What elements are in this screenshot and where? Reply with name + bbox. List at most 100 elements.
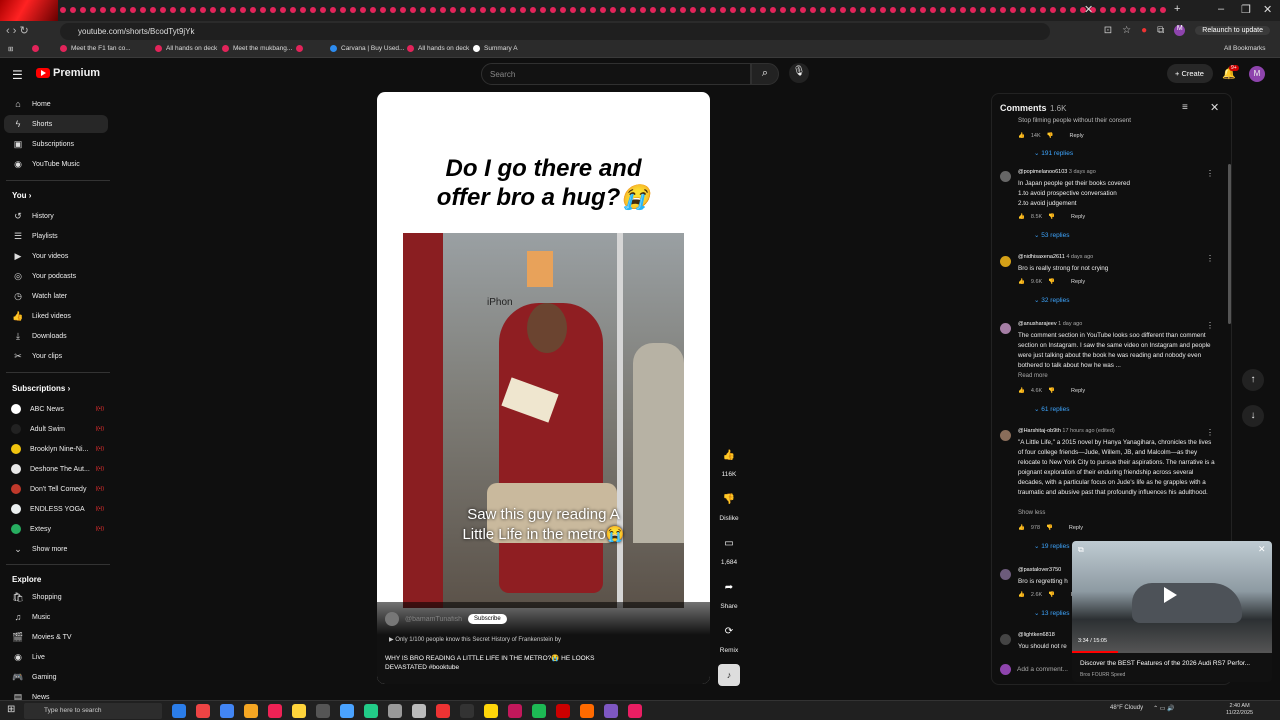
sound-thumbnail[interactable]: ♪ xyxy=(718,664,740,686)
taskbar-app-icon[interactable] xyxy=(508,704,522,718)
bookmark-item[interactable]: Summary A xyxy=(473,45,518,52)
next-short-button[interactable]: ↓ xyxy=(1242,405,1264,427)
bookmark-item[interactable]: Meet the F1 fan co... xyxy=(60,45,131,52)
tab-favicon[interactable] xyxy=(720,7,726,13)
commenter-avatar[interactable] xyxy=(1000,634,1011,645)
tab-favicon[interactable] xyxy=(590,7,596,13)
comments-button[interactable]: ▭ 1,684 xyxy=(714,533,744,566)
sidebar-item[interactable]: 👍 Liked videos xyxy=(4,307,108,325)
tab-favicon[interactable] xyxy=(290,7,296,13)
thumbs-up-icon[interactable]: 👍 xyxy=(1018,525,1025,531)
tab-favicon[interactable] xyxy=(740,7,746,13)
taskbar-app-icon[interactable] xyxy=(340,704,354,718)
comment-author[interactable]: @pastalover3750 xyxy=(1018,567,1061,573)
bookmark-item[interactable] xyxy=(32,45,39,52)
bookmark-item[interactable]: All hands on deck xyxy=(407,45,469,52)
tab-favicon[interactable] xyxy=(140,7,146,13)
tab-favicon[interactable] xyxy=(180,7,186,13)
view-replies-button[interactable]: ⌄ 53 replies xyxy=(1034,231,1069,239)
tab-favicon[interactable] xyxy=(920,7,926,13)
close-mini-player-icon[interactable]: ✕ xyxy=(1258,544,1266,555)
puzzle-icon[interactable]: ⧉ xyxy=(1157,25,1164,36)
tab-favicon[interactable] xyxy=(990,7,996,13)
tab-favicon[interactable] xyxy=(980,7,986,13)
close-icon[interactable]: ✕ xyxy=(1210,101,1219,114)
tab-favicon[interactable] xyxy=(1050,7,1056,13)
tab-favicon[interactable] xyxy=(80,7,86,13)
all-bookmarks[interactable]: All Bookmarks xyxy=(1224,45,1266,52)
tab-favicon[interactable] xyxy=(870,7,876,13)
back-forward-icon[interactable]: ‹ › ↻ xyxy=(6,24,29,37)
sidebar-item[interactable]: Brooklyn Nine-Ni... ((•)) xyxy=(4,440,108,458)
thumbs-down-icon[interactable]: 👎 xyxy=(1046,525,1053,531)
url-field[interactable]: youtube.com/shorts/BcodTyt9jYk xyxy=(60,23,1050,40)
tab-favicon[interactable] xyxy=(570,7,576,13)
thumbs-down-icon[interactable]: 👎 xyxy=(1048,214,1055,220)
tab-favicon[interactable] xyxy=(200,7,206,13)
sidebar-item[interactable]: 🎮 Gaming xyxy=(4,668,108,686)
tab-favicon[interactable] xyxy=(1030,7,1036,13)
bookmark-item[interactable]: Meet the mukbang... xyxy=(222,45,292,52)
share-button[interactable]: ➦ Share xyxy=(714,577,744,610)
account-avatar[interactable]: M xyxy=(1249,66,1265,82)
taskbar-app-icon[interactable] xyxy=(364,704,378,718)
taskbar-search[interactable]: Type here to search xyxy=(24,703,162,719)
apps-icon[interactable]: ⊞ xyxy=(8,45,13,53)
tab-favicon[interactable] xyxy=(630,7,636,13)
tab-favicon[interactable] xyxy=(380,7,386,13)
tab-favicon[interactable] xyxy=(680,7,686,13)
tab-favicon[interactable] xyxy=(690,7,696,13)
taskbar-app-icon[interactable] xyxy=(556,704,570,718)
comments-scrollbar[interactable] xyxy=(1228,164,1231,324)
active-tab-favicon[interactable] xyxy=(0,0,58,21)
tab-favicon[interactable] xyxy=(730,7,736,13)
sidebar-item[interactable]: ϟ Shorts xyxy=(4,115,108,133)
search-input[interactable]: Search xyxy=(481,63,751,85)
subscribe-button[interactable]: Subscribe xyxy=(468,614,507,624)
sidebar-item[interactable]: ◉ YouTube Music xyxy=(4,155,108,173)
sidebar-item[interactable]: Deshone The Aut... ((•)) xyxy=(4,460,108,478)
taskbar-app-icon[interactable] xyxy=(412,704,426,718)
tab-favicon[interactable] xyxy=(110,7,116,13)
tab-favicon[interactable] xyxy=(420,7,426,13)
play-icon[interactable] xyxy=(1164,587,1177,603)
tab-favicon[interactable] xyxy=(540,7,546,13)
tab-favicon[interactable] xyxy=(400,7,406,13)
bookmark-star-icon[interactable]: ☆ xyxy=(1122,25,1131,36)
relaunch-button[interactable]: Relaunch to update xyxy=(1195,26,1270,35)
new-tab-icon[interactable]: + xyxy=(1174,3,1180,15)
tab-favicon[interactable] xyxy=(900,7,906,13)
sidebar-section-heading[interactable]: Subscriptions › xyxy=(12,384,70,393)
commenter-avatar[interactable] xyxy=(1000,323,1011,334)
sidebar-item[interactable]: ⌄ Show more xyxy=(4,540,108,558)
tab-favicon[interactable] xyxy=(270,7,276,13)
tab-favicon[interactable] xyxy=(940,7,946,13)
sidebar-item[interactable]: 🎬 Movies & TV xyxy=(4,628,108,646)
sidebar-item[interactable]: ENDLESS YOGA ((•)) xyxy=(4,500,108,518)
tab-favicon[interactable] xyxy=(770,7,776,13)
tab-favicon[interactable] xyxy=(230,7,236,13)
tab-favicon[interactable] xyxy=(800,7,806,13)
sidebar-item[interactable]: ⤓ Downloads xyxy=(4,327,108,345)
tab-favicon[interactable] xyxy=(490,7,496,13)
windows-start-icon[interactable]: ⊞ xyxy=(7,704,15,715)
create-button[interactable]: + Create xyxy=(1167,64,1213,83)
tab-favicon[interactable] xyxy=(850,7,856,13)
tab-favicon[interactable] xyxy=(340,7,346,13)
bookmark-item[interactable]: Carvana | Buy Used... xyxy=(330,45,404,52)
tab-favicon[interactable] xyxy=(1120,7,1126,13)
tab-favicon[interactable] xyxy=(250,7,256,13)
sidebar-item[interactable]: Adult Swim ((•)) xyxy=(4,420,108,438)
tab-favicon[interactable] xyxy=(880,7,886,13)
tab-favicon[interactable] xyxy=(330,7,336,13)
comment-author[interactable]: @Harshitaj-ob9th 17 hours ago (edited) xyxy=(1018,428,1115,434)
tab-favicon[interactable] xyxy=(610,7,616,13)
bookmark-item[interactable] xyxy=(296,45,303,52)
taskbar-app-icon[interactable] xyxy=(196,704,210,718)
sidebar-item[interactable]: Don't Tell Comedy ((•)) xyxy=(4,480,108,498)
view-replies-button[interactable]: ⌄ 19 replies xyxy=(1034,542,1069,550)
taskbar-app-icon[interactable] xyxy=(628,704,642,718)
more-actions-icon[interactable]: ⋮ xyxy=(1206,321,1214,330)
taskbar-app-icon[interactable] xyxy=(484,704,498,718)
comment-author[interactable]: @nidhisaxena2611 4 days ago xyxy=(1018,254,1093,260)
